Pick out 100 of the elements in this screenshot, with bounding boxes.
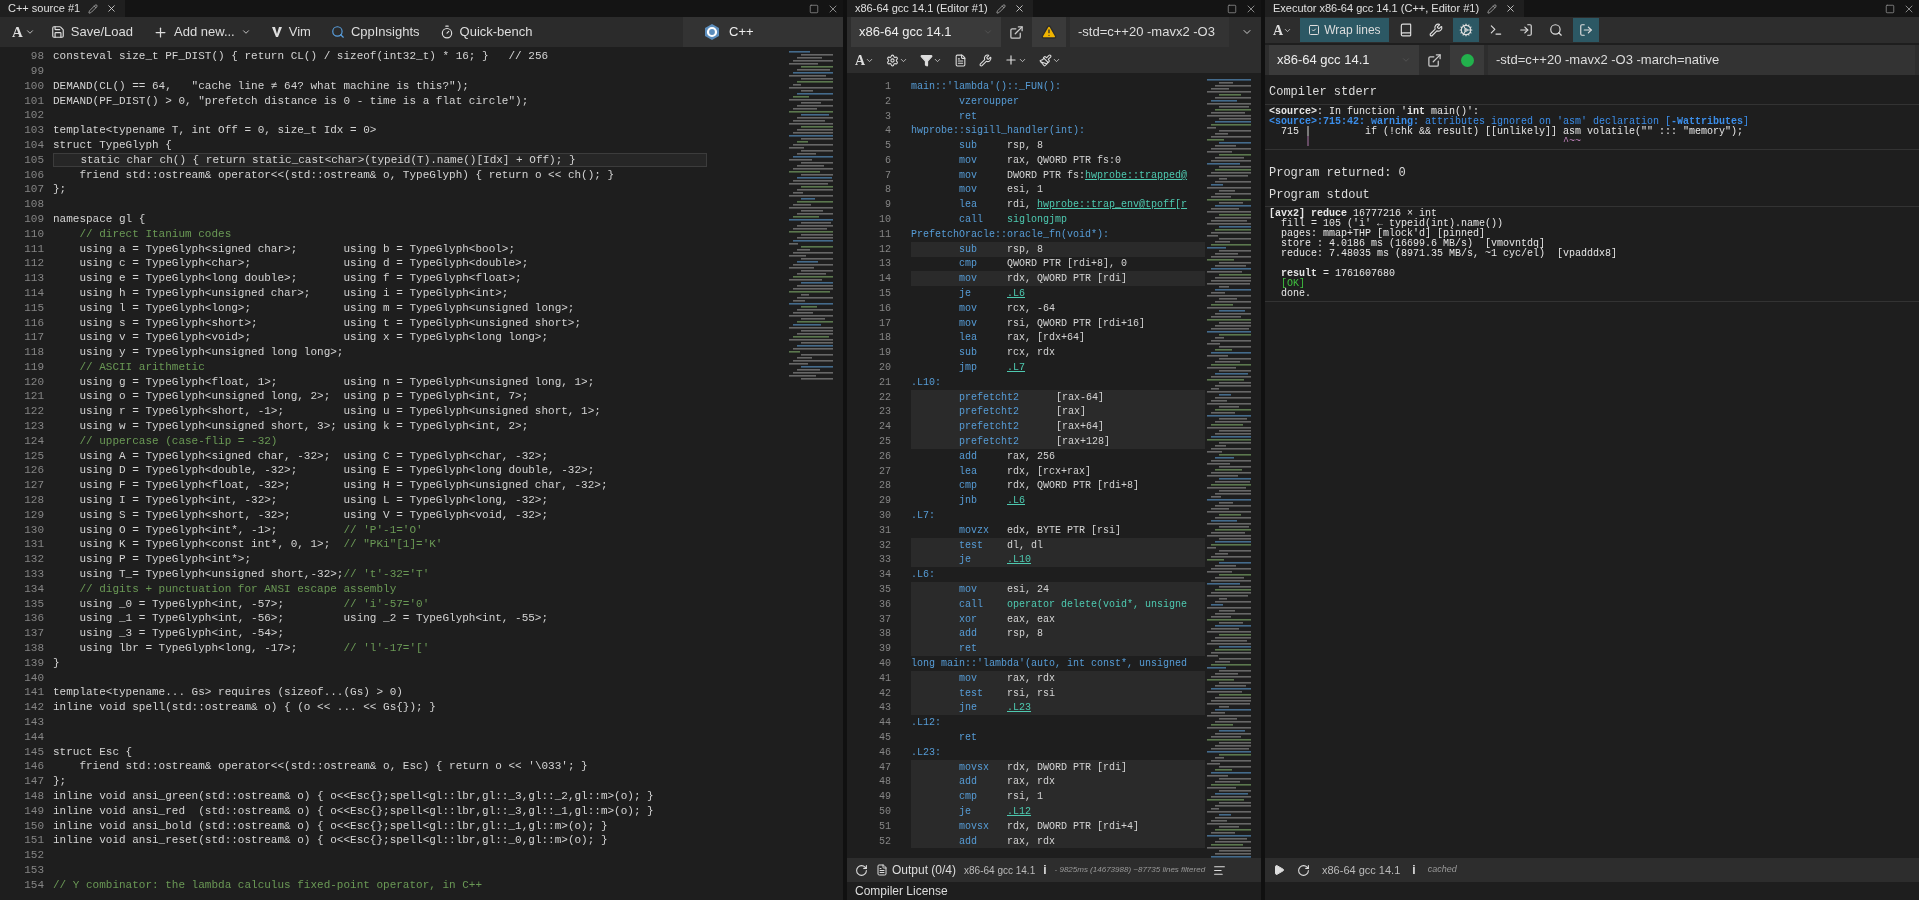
- line-number: 132: [23, 552, 44, 568]
- code-line: using lbr = TypeGlyph<long, -17>;: [78, 641, 299, 657]
- line-number: 153: [23, 863, 44, 878]
- options-field[interactable]: -std=c++20 -mavx2 -O3: [1070, 17, 1229, 47]
- code-line: using F = TypeGlyph<float, -32>;: [78, 478, 292, 494]
- line-number: 121: [23, 389, 44, 405]
- external-link-icon[interactable]: [1427, 52, 1442, 68]
- gears-icon[interactable]: [1452, 18, 1479, 42]
- line-number: 140: [23, 670, 44, 686]
- asm-operand: rsi, rsi: [1007, 686, 1055, 701]
- asm-label: PrefetchOracle::oracle_fn(void*):: [911, 227, 1110, 242]
- line-number: 135: [23, 596, 44, 612]
- pane-tab[interactable]: Executor x86-64 gcc 14.1 (C++, Editor #1): [1265, 0, 1525, 17]
- font-size-button[interactable]: A: [1269, 18, 1297, 42]
- line-number: 15: [878, 287, 891, 302]
- toolbar-button[interactable]: Vim: [262, 22, 319, 42]
- asm-mnemonic: vzeroupper: [959, 94, 1020, 109]
- line-number: 116: [23, 315, 44, 331]
- logout-icon[interactable]: [1572, 18, 1599, 42]
- refresh-icon[interactable]: [1297, 863, 1310, 877]
- toolbar-button[interactable]: Add new...: [145, 22, 259, 42]
- compiler-select[interactable]: x86-64 gcc 14.1: [1269, 45, 1419, 75]
- line-number: 147: [23, 774, 44, 790]
- asm-mnemonic: sub: [959, 346, 978, 361]
- maximize-icon[interactable]: [1885, 3, 1895, 14]
- line-number: 16: [878, 301, 891, 316]
- asm-link[interactable]: .L7: [1007, 360, 1025, 376]
- asm-link[interactable]: .L6: [1007, 286, 1025, 302]
- brush-icon: [1039, 53, 1053, 67]
- asm-mnemonic: lea: [959, 464, 978, 479]
- pane-tab[interactable]: x86-64 gcc 14.1 (Editor #1): [847, 0, 1033, 17]
- line-number: 141: [23, 685, 44, 701]
- pane-tab[interactable]: C++ source #1: [0, 0, 126, 17]
- info-button[interactable]: i: [1412, 861, 1416, 879]
- settings-button[interactable]: [886, 53, 909, 67]
- line-number: 104: [23, 137, 44, 153]
- language-select[interactable]: C++: [683, 17, 843, 47]
- code-line: using _3 = TypeGlyph<int, -54>;: [78, 626, 285, 642]
- code-comment: // ASCII arithmetic: [78, 359, 205, 375]
- code-comment: // 'l'-17='[': [343, 641, 430, 657]
- asm-mnemonic: mov: [959, 671, 978, 686]
- output-line: 715 | if (!chk && result) [[unlikely]] asm volatile("" ::: "memory");: [1280, 127, 1744, 137]
- edit-icon[interactable]: [1487, 3, 1498, 14]
- close-icon[interactable]: [1013, 3, 1025, 14]
- asm-mnemonic: prefetcht2: [959, 390, 1020, 405]
- warning-icon[interactable]: [1032, 17, 1066, 47]
- toolbar-button[interactable]: CppInsights: [322, 22, 428, 42]
- wrap-lines-toggle[interactable]: Wrap lines: [1300, 18, 1389, 42]
- font-size-button[interactable]: A: [8, 20, 39, 44]
- toolbar-button[interactable]: Quick-bench: [431, 22, 541, 42]
- asm-link[interactable]: hwprobe::trapped@: [1085, 167, 1188, 183]
- output-line: | ^~~: [1304, 137, 1583, 147]
- edit-icon[interactable]: [88, 3, 99, 14]
- filter-button[interactable]: [920, 53, 943, 67]
- asm-link[interactable]: .L10: [1007, 552, 1031, 568]
- asm-label: .L10:: [911, 375, 941, 390]
- asm-operand: rsp, 8: [1007, 627, 1043, 642]
- maximize-icon[interactable]: [1227, 3, 1237, 14]
- refresh-icon[interactable]: [855, 863, 868, 877]
- success-icon[interactable]: [1450, 45, 1484, 75]
- asm-link[interactable]: .L12: [1007, 803, 1031, 819]
- maximize-icon[interactable]: [809, 3, 819, 14]
- code-line: inline void spell(std::ostream& o) { (o << ... << Gs{}); }: [53, 700, 436, 716]
- code-line: namespace gl {: [53, 211, 146, 227]
- section-title: Program returned: 0: [1268, 165, 1407, 182]
- license-link[interactable]: Compiler License: [855, 884, 948, 898]
- info-button[interactable]: i: [1043, 861, 1047, 879]
- list-icon[interactable]: [1213, 863, 1227, 877]
- output-button[interactable]: Output (0/4): [876, 861, 957, 879]
- play-icon[interactable]: [1273, 864, 1285, 876]
- line-number: 12: [878, 242, 891, 257]
- line-number: 43: [878, 701, 891, 716]
- line-number: 21: [878, 375, 891, 390]
- edit-icon[interactable]: [995, 3, 1006, 14]
- asm-link[interactable]: hwprobe::trap_env@tpoff[r: [1037, 197, 1188, 213]
- close-icon[interactable]: [1505, 3, 1517, 14]
- toolbar-button[interactable]: Save/Load: [42, 22, 141, 42]
- options-field[interactable]: -std=c++20 -mavx2 -O3 -march=native: [1488, 45, 1915, 75]
- asm-link[interactable]: .L6: [1007, 493, 1025, 509]
- external-link-icon[interactable]: [1009, 24, 1024, 40]
- wrench-icon[interactable]: [979, 53, 993, 67]
- compiler-select[interactable]: x86-64 gcc 14.1: [851, 17, 1001, 47]
- code-line: struct TypeGlyph {: [53, 137, 172, 153]
- code-line: using _2 = TypeGlyph<int, -55>;: [343, 611, 549, 627]
- asm-operand: rax, rdx: [1007, 834, 1055, 849]
- font-size-button[interactable]: A: [855, 49, 875, 71]
- code-line: using n = TypeGlyph<unsigned long, 1>;: [343, 374, 595, 390]
- asm-link[interactable]: .L23: [1007, 700, 1031, 716]
- brush-button[interactable]: [1039, 53, 1062, 67]
- add-button[interactable]: [1004, 53, 1028, 67]
- line-number: 146: [23, 759, 44, 775]
- document-icon[interactable]: [954, 53, 968, 67]
- asm-mnemonic: prefetcht2: [959, 435, 1020, 450]
- line-number: 28: [878, 479, 891, 494]
- line-number: 134: [23, 581, 44, 597]
- asm-mnemonic: je: [959, 553, 972, 568]
- code-line: using m = TypeGlyph<unsigned long>;: [343, 300, 575, 316]
- code-line: };: [53, 182, 67, 198]
- code-line: using C = TypeGlyph<char, -32>;: [343, 448, 549, 464]
- close-icon[interactable]: [106, 3, 118, 14]
